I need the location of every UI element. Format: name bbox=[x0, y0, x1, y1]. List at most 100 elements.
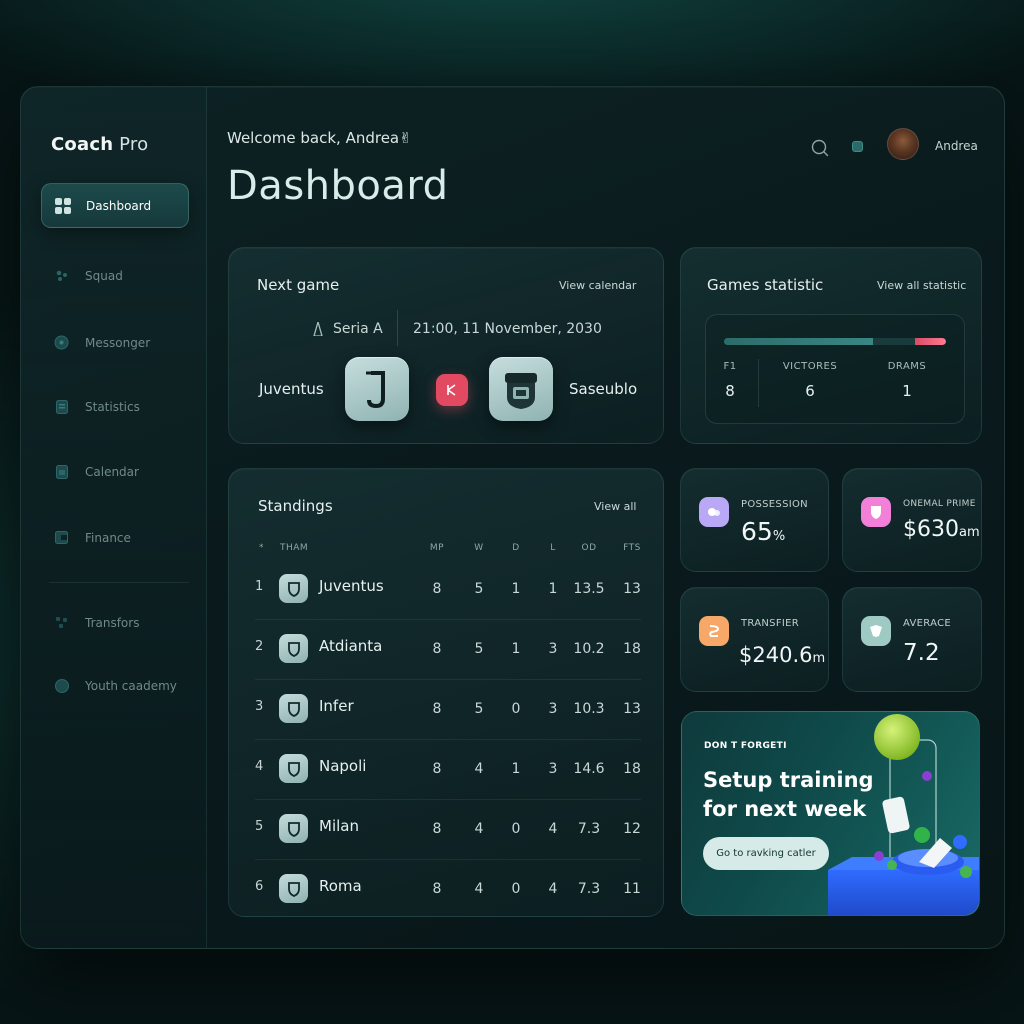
sidebar-item-label: Finance bbox=[85, 530, 131, 545]
sidebar-item-label: Transfors bbox=[85, 615, 140, 630]
sidebar-item-label: Squad bbox=[85, 268, 123, 283]
w-cell: 5 bbox=[474, 701, 484, 717]
sidebar-item-messenger[interactable]: Messonger bbox=[41, 320, 189, 365]
w-cell: 5 bbox=[474, 641, 484, 657]
w-cell: 4 bbox=[474, 881, 484, 897]
team-crest-icon bbox=[279, 574, 308, 603]
games-statistic-card: Games statistic View all statistic F1 8 … bbox=[680, 247, 982, 444]
brand-logo[interactable]: Coach Pro bbox=[51, 134, 148, 155]
sidebar-item-finance[interactable]: Finance bbox=[41, 515, 189, 560]
avatar[interactable] bbox=[887, 128, 919, 160]
rank-cell: 1 bbox=[255, 579, 264, 594]
sidebar-item-youth-academy[interactable]: Youth caademy bbox=[41, 663, 189, 708]
home-team-name: Juventus bbox=[259, 380, 324, 398]
page-title: Dashboard bbox=[227, 163, 449, 209]
notification-icon[interactable] bbox=[852, 141, 863, 152]
user-name[interactable]: Andrea bbox=[935, 139, 978, 153]
training-reminder-card: DON T FORGETI Setup training for next we… bbox=[681, 711, 980, 916]
next-game-card: Next game View calendar Seria A 21:00, 1… bbox=[228, 247, 664, 444]
od-cell: 10.2 bbox=[573, 641, 605, 657]
pts-cell: 12 bbox=[623, 821, 641, 837]
col-pts-header: FTS bbox=[623, 543, 641, 553]
table-row[interactable]: 5 Milan 8 4 0 4 7.3 12 bbox=[255, 801, 641, 860]
col-mp-header: MP bbox=[429, 543, 445, 553]
pts-cell: 11 bbox=[623, 881, 641, 897]
team-name-cell[interactable]: Juventus bbox=[319, 577, 384, 595]
league-icon bbox=[313, 319, 323, 337]
d-cell: 0 bbox=[511, 701, 521, 717]
kpi-possession-card: POSSESSION 65% bbox=[680, 468, 829, 572]
sidebar-item-squad[interactable]: Squad bbox=[41, 253, 189, 298]
sidebar-divider bbox=[49, 582, 189, 583]
table-row[interactable]: 1 Juventus 8 5 1 1 13.5 13 bbox=[255, 561, 641, 620]
statistic-summary: F1 8 VICTORES 6 DRAMS 1 bbox=[705, 314, 965, 424]
view-all-statistic-link[interactable]: View all statistic bbox=[877, 279, 966, 292]
go-to-training-calendar-button[interactable]: Go to ravking catler bbox=[703, 837, 829, 870]
sidebar-item-transfers[interactable]: Transfors bbox=[41, 600, 189, 645]
stat-games: F1 8 bbox=[723, 361, 737, 400]
stat-draws: DRAMS 1 bbox=[887, 361, 927, 400]
pts-cell: 18 bbox=[623, 761, 641, 777]
sidebar-item-statistics[interactable]: Statistics bbox=[41, 384, 189, 429]
draws-bar-fill bbox=[914, 338, 946, 345]
team-name-cell[interactable]: Napoli bbox=[319, 757, 366, 775]
view-all-standings-link[interactable]: View all bbox=[594, 500, 636, 513]
calendar-icon bbox=[54, 464, 69, 479]
kpi-value: $630am bbox=[903, 517, 980, 542]
sidebar-item-calendar[interactable]: Calendar bbox=[41, 449, 189, 494]
team-name-cell[interactable]: Milan bbox=[319, 817, 359, 835]
stat-victories: VICTORES 6 bbox=[782, 361, 838, 400]
results-bar bbox=[724, 338, 946, 345]
reminder-kicker: DON T FORGETI bbox=[704, 741, 787, 751]
kpi-label: ONEMAL PRIME bbox=[903, 499, 976, 509]
w-cell: 4 bbox=[474, 821, 484, 837]
juventus-crest-icon bbox=[345, 357, 409, 421]
chart-icon bbox=[54, 399, 69, 414]
kpi-average-card: AVERACE 7.2 bbox=[842, 587, 982, 692]
sidebar-item-label: Dashboard bbox=[86, 198, 152, 213]
team-name-cell[interactable]: Atdianta bbox=[319, 637, 382, 655]
table-row[interactable]: 6 Roma 8 4 0 4 7.3 11 bbox=[255, 861, 641, 920]
league-name: Seria A bbox=[333, 321, 383, 337]
col-w-header: W bbox=[474, 543, 484, 553]
kpi-label: AVERACE bbox=[903, 618, 951, 629]
pts-cell: 18 bbox=[623, 641, 641, 657]
od-cell: 7.3 bbox=[577, 881, 601, 897]
kpi-value: 65% bbox=[741, 517, 786, 546]
academy-icon bbox=[54, 678, 69, 693]
transfer-money-icon bbox=[699, 616, 729, 646]
table-row[interactable]: 3 Infer 8 5 0 3 10.3 13 bbox=[255, 681, 641, 740]
l-cell: 3 bbox=[548, 761, 558, 777]
view-calendar-link[interactable]: View calendar bbox=[559, 279, 636, 292]
match-datetime: 21:00, 11 November, 2030 bbox=[413, 321, 602, 337]
d-cell: 1 bbox=[511, 581, 521, 597]
col-team-header: THAM bbox=[280, 543, 309, 553]
mp-cell: 8 bbox=[432, 821, 442, 837]
od-cell: 7.3 bbox=[577, 821, 601, 837]
kpi-value: 7.2 bbox=[903, 640, 940, 666]
grid-icon bbox=[54, 197, 71, 214]
pts-cell: 13 bbox=[623, 701, 641, 717]
sidebar-item-dashboard[interactable]: Dashboard bbox=[41, 183, 189, 228]
team-crest-icon bbox=[279, 874, 308, 903]
reminder-title: Setup training for next week bbox=[703, 768, 874, 821]
rank-cell: 5 bbox=[255, 819, 264, 834]
standings-title: Standings bbox=[258, 497, 333, 515]
col-d-header: D bbox=[512, 543, 520, 553]
mp-cell: 8 bbox=[432, 641, 442, 657]
d-cell: 0 bbox=[511, 881, 521, 897]
team-name-cell[interactable]: Roma bbox=[319, 877, 362, 895]
table-row[interactable]: 4 Napoli 8 4 1 3 14.6 18 bbox=[255, 741, 641, 800]
divider bbox=[397, 310, 398, 346]
search-icon[interactable] bbox=[811, 139, 829, 157]
sidebar-item-label: Calendar bbox=[85, 464, 139, 479]
team-name-cell[interactable]: Infer bbox=[319, 697, 354, 715]
possession-icon bbox=[699, 497, 729, 527]
team-crest-icon bbox=[279, 814, 308, 843]
col-l-header: L bbox=[550, 543, 556, 553]
mp-cell: 8 bbox=[432, 701, 442, 717]
w-cell: 4 bbox=[474, 761, 484, 777]
mp-cell: 8 bbox=[432, 761, 442, 777]
table-row[interactable]: 2 Atdianta 8 5 1 3 10.2 18 bbox=[255, 621, 641, 680]
od-cell: 14.6 bbox=[573, 761, 605, 777]
